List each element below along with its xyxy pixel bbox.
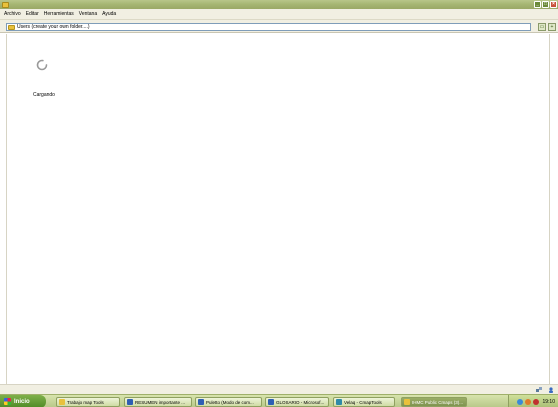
menu-herramientas[interactable]: Herramientas — [44, 11, 74, 17]
folder-icon — [404, 399, 410, 405]
word-document-icon — [198, 399, 204, 405]
system-tray: 19:10 — [508, 395, 558, 407]
task-button-active[interactable]: IHMC Public Cmaps (3)... — [401, 397, 467, 407]
menu-bar: Archivo Editar Herramientas Ventana Ayud… — [0, 9, 558, 20]
task-label: IHMC Public Cmaps (3)... — [412, 399, 464, 405]
network-tray-icon[interactable] — [517, 398, 524, 405]
window-controls: _ □ × — [534, 1, 557, 8]
address-bar: Users (create your own folder....) ▭ + — [0, 20, 558, 33]
task-label: Puletto (Modo de com... — [206, 399, 254, 405]
loading-text: Cargando — [33, 92, 55, 98]
word-document-icon — [268, 399, 274, 405]
windows-logo-icon — [4, 398, 11, 405]
title-bar: _ □ × — [0, 0, 558, 9]
firefox-tray-icon[interactable] — [525, 398, 532, 405]
task-label: GLOSARIO - Microsof... — [276, 399, 325, 405]
loading-spinner-icon — [36, 59, 48, 71]
maximize-button[interactable]: □ — [542, 1, 549, 8]
word-document-icon — [127, 399, 133, 405]
task-label: Trabajo map Tools — [67, 399, 104, 405]
menu-archivo[interactable]: Archivo — [4, 11, 21, 17]
start-button[interactable]: Inicio — [0, 395, 46, 407]
app-folder-icon — [2, 1, 9, 8]
task-button[interactable]: Puletto (Modo de com... — [195, 397, 262, 407]
new-folder-button[interactable]: + — [548, 23, 556, 31]
menu-ayuda[interactable]: Ayuda — [102, 11, 116, 17]
user-icon[interactable] — [548, 387, 554, 393]
close-button[interactable]: × — [550, 1, 557, 8]
start-label: Inicio — [14, 398, 30, 405]
folder-icon — [59, 399, 65, 405]
menu-editar[interactable]: Editar — [26, 11, 39, 17]
task-button[interactable]: GLOSARIO - Microsof... — [265, 397, 329, 407]
main-content: Cargando — [6, 34, 550, 384]
clock: 19:10 — [542, 398, 555, 405]
taskbar: Inicio Trabajo map Tools RESUMEN importa… — [0, 394, 558, 407]
task-label: RESUMEN importante ... — [135, 399, 186, 405]
antivirus-tray-icon[interactable] — [533, 398, 540, 405]
address-field[interactable]: Users (create your own folder....) — [6, 23, 531, 31]
cmap-icon — [336, 399, 342, 405]
menu-ventana[interactable]: Ventana — [79, 11, 97, 17]
task-label: Velaq - CmapTools — [344, 399, 382, 405]
task-button[interactable]: Trabajo map Tools — [56, 397, 120, 407]
up-folder-button[interactable]: ▭ — [538, 23, 546, 31]
address-value: Users (create your own folder....) — [17, 24, 90, 30]
task-button[interactable]: Velaq - CmapTools — [333, 397, 395, 407]
task-button[interactable]: RESUMEN importante ... — [124, 397, 192, 407]
folder-icon — [8, 24, 15, 30]
status-bar — [0, 384, 558, 394]
minimize-button[interactable]: _ — [534, 1, 541, 8]
network-icon[interactable] — [536, 387, 542, 393]
